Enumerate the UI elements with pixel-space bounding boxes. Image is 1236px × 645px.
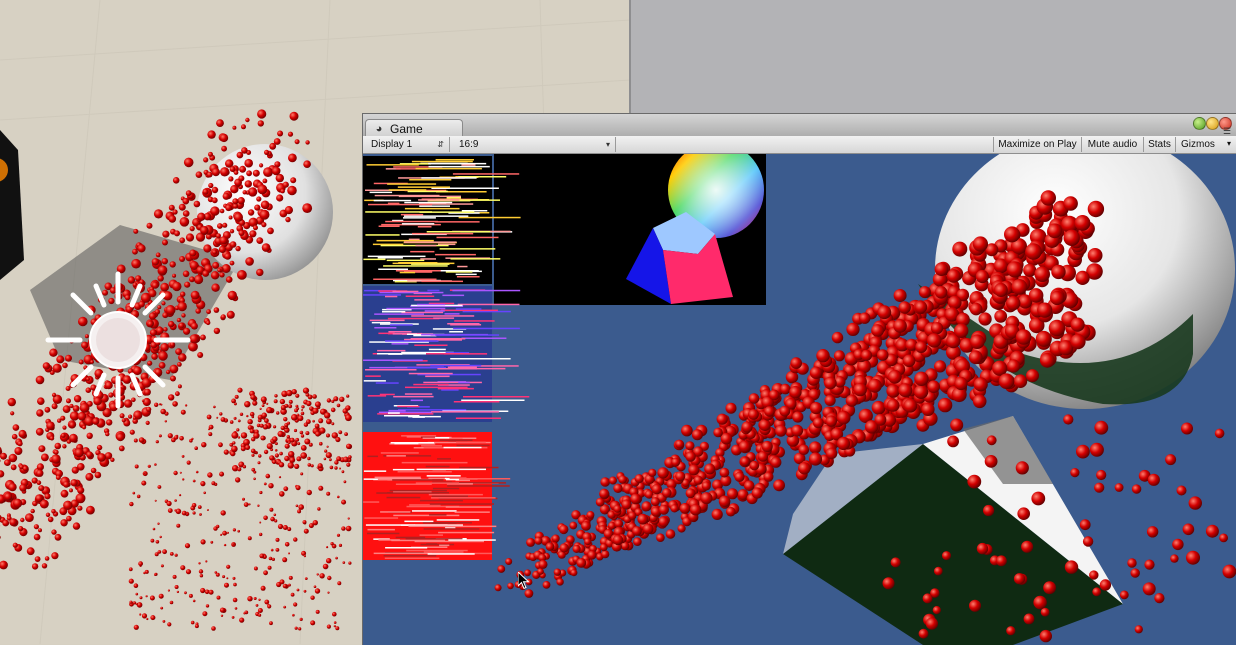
minimize-window-button[interactable]	[1206, 117, 1219, 130]
maximize-on-play-button[interactable]: Maximize on Play	[993, 137, 1081, 152]
gizmos-button[interactable]: Gizmos ▾	[1175, 137, 1236, 152]
unity-pacman-icon: ◕	[373, 123, 385, 135]
game-viewport[interactable]	[363, 154, 1236, 645]
zoom-window-button[interactable]	[1193, 117, 1206, 130]
panel-divider[interactable]	[629, 0, 631, 118]
hamburger-menu-icon[interactable]: ☰	[1223, 127, 1235, 135]
display-dropdown[interactable]: Display 1 ⇵	[363, 137, 450, 152]
aspect-ratio-dropdown[interactable]: 16:9 ▾	[451, 137, 616, 152]
triangle-down-icon: ▾	[1227, 136, 1231, 151]
game-render-view[interactable]	[363, 154, 1236, 645]
display-dropdown-label: Display 1	[371, 139, 412, 150]
scene-cube-fragment	[0, 130, 24, 280]
aspect-ratio-label: 16:9	[459, 139, 478, 150]
gizmos-label: Gizmos	[1181, 139, 1215, 150]
debug-strip-red	[363, 432, 510, 560]
triangle-down-icon: ▾	[606, 137, 610, 152]
game-toolbar: Display 1 ⇵ 16:9 ▾ Maximize on Play Mute…	[363, 136, 1236, 154]
mouse-pointer-icon	[518, 572, 530, 590]
tab-game[interactable]: ◕ Game	[365, 119, 463, 137]
updown-arrows-icon: ⇵	[437, 137, 444, 152]
game-window[interactable]: ◕ Game ☰ Display 1 ⇵ 16:9 ▾ Maximize on …	[362, 113, 1236, 645]
stats-button[interactable]: Stats	[1143, 137, 1175, 152]
tab-game-label: Game	[390, 122, 423, 136]
mute-audio-button[interactable]: Mute audio	[1081, 137, 1143, 152]
game-window-titlebar[interactable]: ◕ Game ☰	[363, 114, 1236, 136]
debug-strip-middle	[363, 286, 529, 422]
editor-empty-panel	[631, 0, 1236, 118]
